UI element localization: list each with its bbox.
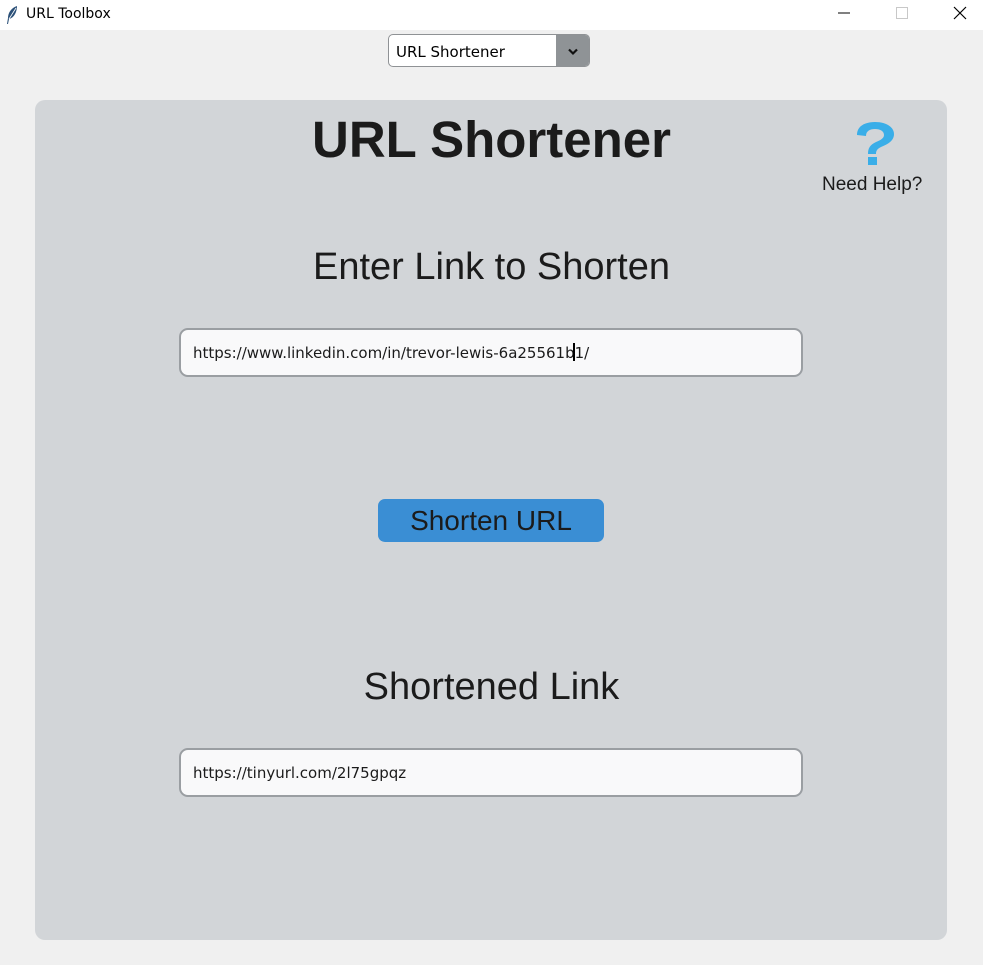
- app-window: URL Toolbox URL Shortener URL Shortener: [0, 0, 983, 965]
- minimize-button[interactable]: [821, 0, 867, 30]
- shorten-url-button[interactable]: Shorten URL: [378, 499, 604, 542]
- output-heading: Shortened Link: [363, 666, 620, 708]
- mode-select-value: URL Shortener: [396, 43, 505, 61]
- maximize-icon: [896, 6, 908, 24]
- question-mark-icon[interactable]: [848, 119, 902, 167]
- chevron-down-icon: [567, 43, 579, 61]
- page-title: URL Shortener: [312, 111, 671, 168]
- maximize-button[interactable]: [879, 0, 925, 30]
- mode-select-dropdown-button[interactable]: [556, 35, 589, 66]
- url-input[interactable]: [179, 328, 803, 377]
- mode-select[interactable]: URL Shortener: [388, 34, 590, 67]
- help-label[interactable]: Need Help?: [822, 174, 922, 196]
- text-caret: [573, 343, 575, 361]
- close-button[interactable]: [937, 0, 983, 30]
- title-bar: URL Toolbox: [0, 0, 983, 30]
- feather-icon: [5, 5, 19, 25]
- shortened-url-field[interactable]: [179, 748, 803, 797]
- window-title: URL Toolbox: [26, 6, 111, 22]
- input-heading: Enter Link to Shorten: [313, 246, 670, 288]
- minimize-icon: [838, 6, 850, 24]
- close-icon: [953, 6, 967, 25]
